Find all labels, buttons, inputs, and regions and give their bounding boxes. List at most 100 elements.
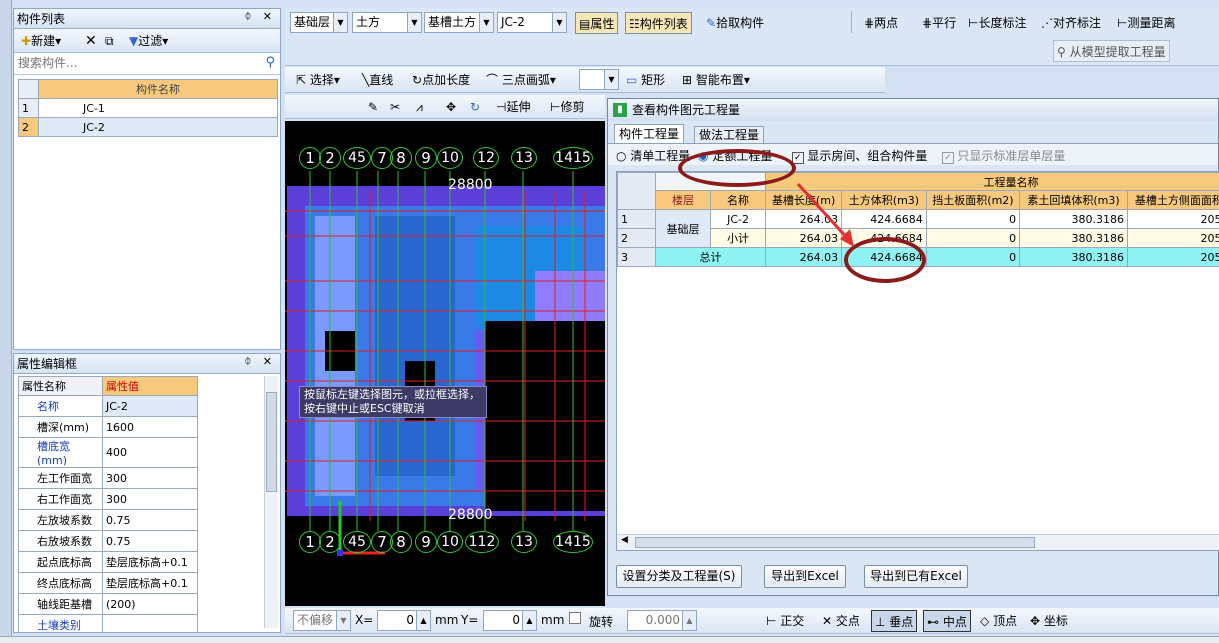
drawing-canvas[interactable]: 1 2 45 7 8 9 10 12 13 1415 28800 28800 按… [285, 121, 605, 606]
search-icon[interactable]: ⚲ [265, 55, 275, 70]
property-row[interactable]: 左放坡系数 0.75 [18, 509, 198, 531]
radio-bill[interactable]: ○ 清单工程量 [616, 147, 690, 164]
pick-component-button[interactable]: ✎拾取构件 [703, 12, 767, 34]
measure-button[interactable]: ⊢测量距离 [1114, 12, 1178, 34]
property-row[interactable]: 起点底标高 垫层底标高+0.1 [18, 551, 198, 573]
component-select[interactable]: JC-2 ▼ [497, 12, 567, 33]
prop-value[interactable]: 300 [102, 488, 198, 510]
col-floor: 楼层 [655, 190, 712, 210]
arc-mode-select[interactable]: ▼ [579, 69, 619, 90]
perpendicular-icon: ⊥ [875, 615, 886, 629]
scroll-thumb[interactable] [266, 392, 277, 492]
prop-value[interactable]: 垫层底标高+0.1 [102, 572, 198, 594]
scissors-icon[interactable]: ✂ [387, 96, 403, 118]
table-row[interactable]: 2 JC-2 [18, 117, 278, 137]
rotate-icon[interactable]: ↻ [467, 96, 483, 118]
extract-quantity-button[interactable]: ⚲ 从模型提取工程量 [1053, 40, 1170, 62]
point-length-button[interactable]: ↻点加长度 [409, 69, 473, 91]
prop-value[interactable]: 300 [102, 467, 198, 489]
property-row[interactable]: 槽底宽(mm) 400 [18, 437, 198, 468]
extend-button[interactable]: ⊣延伸 [493, 96, 533, 118]
prop-value[interactable]: JC-2 [102, 395, 198, 417]
delete-icon[interactable]: ✕ [82, 30, 100, 52]
attr-button[interactable]: ▤属性 [575, 12, 619, 34]
checkbox-show-rooms[interactable]: ✓ 显示房间、组合构件量 [792, 147, 927, 164]
vertex-button[interactable]: ◇ 顶点 [977, 610, 1020, 632]
arc-button[interactable]: ⌒ 三点画弧▾ [483, 69, 559, 91]
copy-icon[interactable]: ⧉ [102, 30, 117, 52]
subtype-select[interactable]: 基槽土方 ▼ [424, 12, 494, 33]
brush-icon[interactable]: ✎ [365, 96, 381, 118]
line-button[interactable]: ╲直线 [359, 69, 396, 91]
coordinate-button[interactable]: ✥ 坐标 [1027, 610, 1071, 632]
rotate-label: 旋转 [589, 615, 614, 629]
property-row[interactable]: 右工作面宽 300 [18, 488, 198, 510]
property-row[interactable]: 左工作面宽 300 [18, 467, 198, 489]
property-row[interactable]: 槽深(mm) 1600 [18, 416, 198, 438]
floor-select[interactable]: 基础层 ▼ [290, 12, 348, 33]
perpendicular-button[interactable]: ⊥ 垂点 [871, 610, 918, 632]
y-input[interactable]: 0 ▲ [483, 610, 537, 631]
axis-bubble: 8 [390, 531, 412, 553]
two-points-button[interactable]: ⋕两点 [861, 12, 901, 34]
row-num: 1 [18, 98, 39, 118]
axis-bubble: 2 [319, 147, 341, 169]
pin-close-icon[interactable]: ᛰ ✕ [245, 355, 276, 368]
type-select[interactable]: 土方 ▼ [352, 12, 422, 33]
y-unit: mm [541, 613, 565, 627]
tab-component-quantity[interactable]: 构件工程量 [614, 124, 685, 144]
scroll-left-icon[interactable]: ◀ [621, 535, 628, 545]
table-row[interactable]: 1 基础层 JC-2 264.03 424.6684 0 380.3186 20… [617, 209, 1219, 248]
property-row[interactable]: 终点底标高 垫层底标高+0.1 [18, 572, 198, 594]
measure-icon: ⊢ [1117, 16, 1128, 30]
tab-method-quantity[interactable]: 做法工程量 [694, 126, 765, 144]
table-row[interactable]: 1 JC-1 [18, 98, 278, 118]
property-row[interactable]: 轴线距基槽 (200) [18, 593, 198, 615]
checkbox-standard-floor[interactable]: ✓ 只显示标准层单层量 [942, 147, 1065, 164]
property-scrollbar[interactable] [264, 376, 278, 628]
rotate-checkbox[interactable] [569, 612, 581, 624]
trim-button[interactable]: ⊢修剪 [547, 96, 587, 118]
new-button[interactable]: ✚新建▾ [18, 30, 64, 52]
prop-value[interactable]: 0.75 [102, 530, 198, 552]
move-icon[interactable]: ✥ [443, 96, 459, 118]
align-dim-button[interactable]: ⋰对齐标注 [1038, 12, 1104, 34]
search-input[interactable] [14, 53, 252, 73]
smart-layout-button[interactable]: ⊞ 智能布置▾ [679, 69, 753, 91]
property-row[interactable]: 名称 JC-2 [18, 395, 198, 417]
row-floor: 基础层 [655, 209, 712, 248]
prop-name: 右工作面宽 [18, 488, 103, 510]
offset-select[interactable]: 不偏移 ▼ [293, 610, 351, 631]
rotate-input[interactable]: 0.000 ▲ [627, 610, 697, 631]
prop-name: 槽深(mm) [18, 416, 103, 438]
pin-close-icon[interactable]: ᛰ ✕ [245, 10, 276, 23]
export-excel-button[interactable]: 导出到Excel [764, 565, 846, 588]
filter-button[interactable]: ▼过滤▾ [126, 30, 171, 52]
property-row[interactable]: 右放坡系数 0.75 [18, 530, 198, 552]
rect-button[interactable]: ▭ 矩形 [623, 69, 668, 91]
select-button[interactable]: ⇱ 选择▾ [293, 69, 343, 91]
horizontal-scrollbar[interactable]: ◀ [617, 534, 1219, 550]
ortho-button[interactable]: ⊢ 正交 [763, 610, 807, 632]
settings-button[interactable]: 设置分类及工程量(S) [616, 565, 742, 588]
cursor-icon: ⇱ [296, 73, 307, 87]
mirror-icon[interactable]: ⩘ [413, 96, 426, 118]
prop-value[interactable]: 1600 [102, 416, 198, 438]
parallel-button[interactable]: ⋕平行 [919, 12, 959, 34]
chevron-down-icon: ▼ [407, 13, 421, 32]
x-input[interactable]: 0 ▲ [377, 610, 431, 631]
intersect-button[interactable]: ✕ 交点 [819, 610, 863, 632]
prop-value[interactable]: 0.75 [102, 509, 198, 531]
prop-value[interactable]: (200) [102, 593, 198, 615]
prop-value[interactable] [102, 614, 198, 632]
prop-value[interactable]: 400 [102, 437, 198, 468]
length-dim-button[interactable]: ⊢长度标注 [965, 12, 1029, 34]
midpoint-button[interactable]: ⊷ 中点 [923, 610, 971, 632]
chevron-down-icon: ▼ [336, 611, 350, 630]
prop-value[interactable]: 垫层底标高+0.1 [102, 551, 198, 573]
scroll-thumb[interactable] [635, 537, 1035, 548]
component-list-button[interactable]: ☷构件列表 [625, 12, 692, 34]
chevron-down-icon: ▼ [333, 13, 347, 32]
export-existing-excel-button[interactable]: 导出到已有Excel [864, 565, 968, 588]
property-row[interactable]: 土壤类别 [18, 614, 198, 632]
